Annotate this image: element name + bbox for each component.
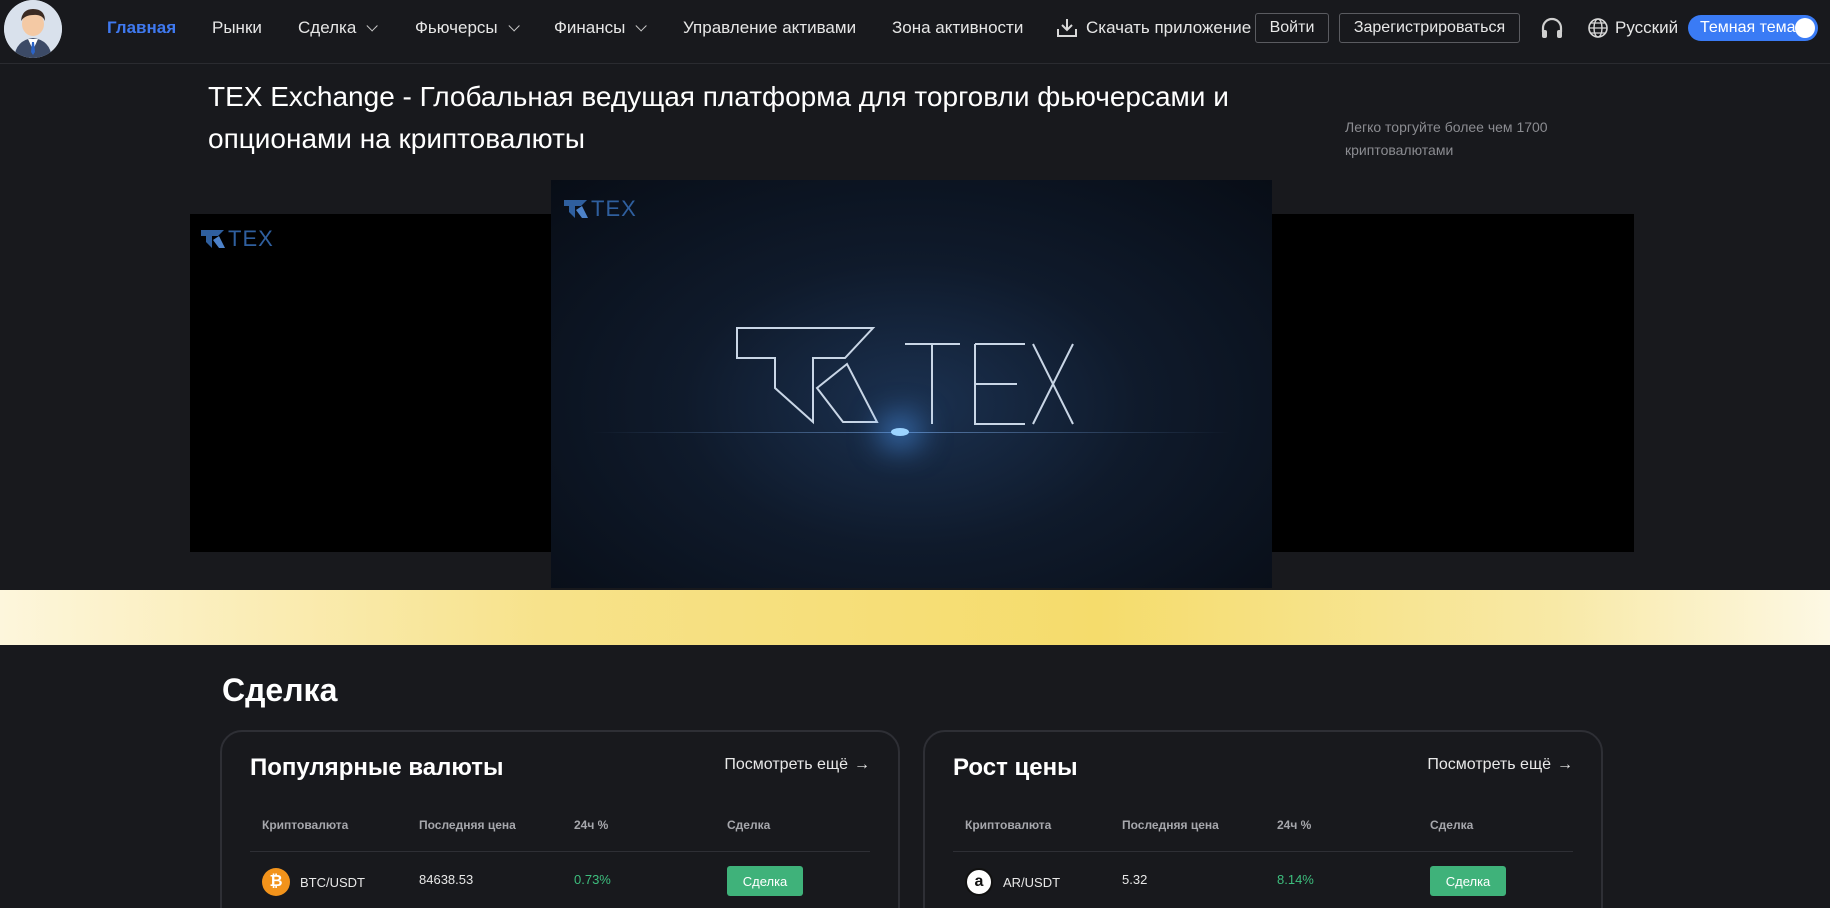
column-header-price: Последняя цена	[419, 818, 516, 832]
nav-item-label: Фьючерсы	[415, 18, 498, 37]
nav-item-futures[interactable]: Фьючерсы	[415, 17, 520, 39]
headset-icon[interactable]	[1539, 15, 1565, 41]
tex-logo-icon	[201, 230, 225, 248]
pair-label: AR/USDT	[1003, 874, 1061, 890]
toggle-knob	[1795, 18, 1815, 38]
card-title: Популярные валюты	[250, 754, 504, 781]
nav-item-label: Зона активности	[892, 18, 1024, 37]
column-header-price: Последняя цена	[1122, 818, 1219, 832]
arrow-right-icon: →	[854, 756, 870, 773]
view-more-label: Посмотреть ещё	[724, 756, 848, 773]
nav-item-label: Рынки	[212, 18, 262, 37]
nav-item-trade[interactable]: Сделка	[298, 17, 379, 39]
page-title: TEX Exchange - Глобальная ведущая платфо…	[208, 81, 1229, 154]
register-button[interactable]: Зарегистрироваться	[1339, 13, 1520, 43]
corner-logo: TEX	[200, 226, 274, 252]
logo-text: TEX	[591, 196, 637, 221]
avatar-icon	[4, 0, 62, 58]
arweave-icon: a	[965, 868, 993, 896]
divider	[953, 851, 1573, 852]
column-header-coin: Криптовалюта	[965, 818, 1052, 832]
chevron-down-icon	[635, 20, 648, 32]
theme-toggle[interactable]: Темная тема	[1688, 15, 1818, 41]
nav-item-finance[interactable]: Финансы	[554, 17, 648, 39]
bitcoin-icon: ₿	[262, 868, 290, 896]
top-nav: Главная Рынки Сделка Фьючерсы Финансы Уп…	[0, 0, 1830, 64]
chevron-down-icon	[366, 20, 379, 32]
column-header-change: 24ч %	[1277, 818, 1312, 832]
theme-label: Темная тема	[1700, 19, 1796, 36]
banner-strip	[0, 590, 1830, 645]
trade-button[interactable]: Сделка	[1430, 866, 1506, 896]
price-gainers-card: Рост цены Посмотреть ещё → Криптовалюта …	[923, 730, 1603, 908]
table-row-pair[interactable]: a AR/USDT	[965, 868, 1060, 896]
last-price: 84638.53	[419, 872, 474, 887]
video-side-right	[1272, 214, 1634, 552]
column-header-action: Сделка	[1430, 818, 1474, 832]
divider	[250, 851, 870, 852]
tex-logo-icon	[564, 200, 588, 218]
trade-button[interactable]: Сделка	[727, 866, 803, 896]
column-header-action: Сделка	[727, 818, 771, 832]
view-more-label: Посмотреть ещё	[1427, 756, 1551, 773]
section-title-trade: Сделка	[222, 672, 338, 708]
column-header-coin: Криптовалюта	[262, 818, 349, 832]
login-button[interactable]: Войти	[1255, 13, 1329, 43]
change-percent: 8.14%	[1277, 872, 1314, 887]
pair-label: BTC/USDT	[300, 874, 365, 890]
nav-item-label: Управление активами	[683, 18, 857, 37]
nav-item-activity-zone[interactable]: Зона активности	[892, 17, 1023, 39]
chevron-down-icon	[508, 20, 520, 32]
download-app-label: Скачать приложение	[1086, 18, 1252, 37]
card-title: Рост цены	[953, 754, 1078, 781]
column-header-change: 24ч %	[574, 818, 609, 832]
change-percent: 0.73%	[574, 872, 611, 887]
nav-item-home[interactable]: Главная	[107, 17, 176, 39]
language-selector[interactable]: Русский	[1587, 17, 1678, 39]
download-app-link[interactable]: Скачать приложение	[1056, 17, 1251, 39]
corner-logo: TEX	[563, 196, 637, 222]
promo-video[interactable]: TEX	[551, 180, 1272, 588]
logo-text: TEX	[228, 226, 274, 251]
last-price: 5.32	[1122, 872, 1148, 887]
tex-big-logo-icon	[736, 327, 1074, 425]
arrow-right-icon: →	[1557, 756, 1573, 773]
nav-item-label: Главная	[107, 18, 177, 37]
download-icon	[1057, 19, 1077, 37]
nav-item-label: Сделка	[298, 18, 357, 37]
nav-item-markets[interactable]: Рынки	[212, 17, 262, 39]
video-side-left: TEX	[190, 214, 552, 552]
table-row-pair[interactable]: ₿ BTC/USDT	[262, 868, 365, 896]
nav-item-label: Финансы	[554, 18, 626, 37]
language-label: Русский	[1615, 18, 1679, 37]
nav-item-asset-management[interactable]: Управление активами	[683, 17, 856, 39]
globe-icon	[1588, 18, 1608, 38]
lens-flare	[891, 428, 909, 436]
popular-currencies-card: Популярные валюты Посмотреть ещё → Крипт…	[220, 730, 900, 908]
view-more-link[interactable]: Посмотреть ещё →	[724, 756, 870, 774]
avatar[interactable]	[4, 0, 62, 58]
view-more-link[interactable]: Посмотреть ещё →	[1427, 756, 1573, 774]
hero-subtitle: Легко торгуйте более чем 1700 криптовалю…	[1345, 119, 1548, 158]
